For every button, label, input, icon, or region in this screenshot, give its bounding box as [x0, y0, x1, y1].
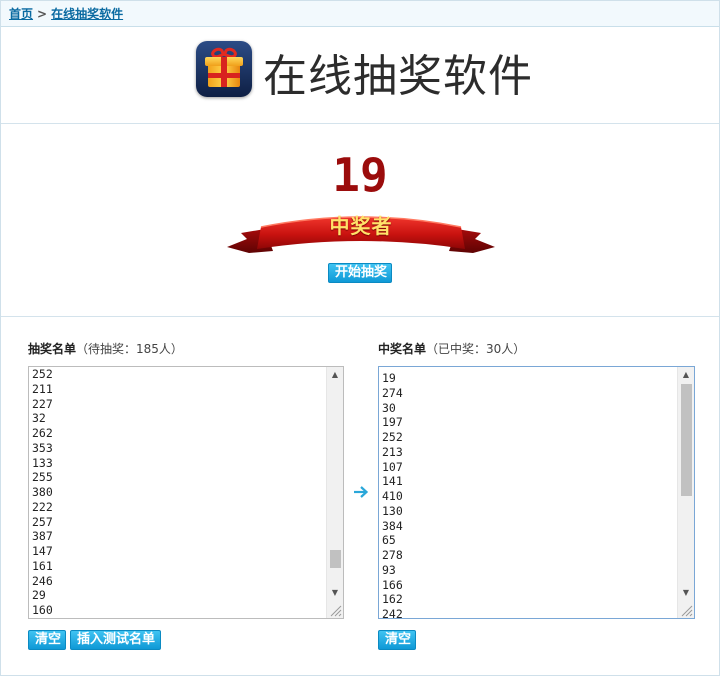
list-item: 141	[382, 474, 403, 489]
list-item: 257	[32, 514, 53, 529]
list-item: 161	[32, 558, 53, 573]
winner-banner-label: 中奖者	[329, 214, 393, 238]
page-title: 在线抽奖软件	[263, 51, 533, 102]
pool-header: 抽奖名单（待抽奖：185人）	[28, 341, 183, 357]
list-item: 252	[32, 367, 53, 381]
breadcrumb-separator: >	[37, 7, 48, 21]
list-item: 410	[382, 489, 403, 503]
list-item: 133	[32, 455, 53, 470]
list-item: 130	[382, 503, 403, 518]
list-item: 197	[382, 415, 403, 430]
scroll-down-icon[interactable]: ▼	[327, 585, 343, 601]
winners-list-textarea[interactable]: 19 274 30 197 252 213 107 141 410 130 384 65 278 93 16…	[378, 366, 695, 619]
list-item: 242	[382, 607, 403, 619]
start-draw-button[interactable]: 开始抽奖	[328, 263, 392, 283]
list-item: 274	[382, 385, 403, 400]
list-item: 227	[32, 396, 53, 411]
insert-test-list-button[interactable]: 插入测试名单	[70, 630, 161, 650]
page-header: 在线抽奖软件	[1, 28, 719, 124]
pool-scroll-thumb[interactable]	[330, 549, 341, 568]
list-item: 162	[382, 592, 403, 607]
list-item: 252	[382, 430, 403, 444]
list-item: 255	[32, 470, 53, 485]
winners-list-content: 19 274 30 197 252 213 107 141 410 130 384 65 278 93 16…	[382, 371, 403, 619]
pool-list-content: 252 211 227 32 262 353 133 255 380 222 257 387 147 16…	[32, 367, 53, 618]
winners-header: 中奖名单（已中奖：30人）	[378, 341, 525, 357]
winner-banner: 中奖者	[227, 209, 495, 257]
list-item: 222	[32, 499, 53, 514]
gift-box-icon	[196, 41, 252, 97]
list-item: 107	[382, 459, 403, 474]
breadcrumb-home-link[interactable]: 首页	[9, 7, 33, 21]
scroll-up-icon[interactable]: ▲	[678, 367, 694, 383]
pool-title: 抽奖名单	[28, 342, 77, 356]
resize-grip-icon[interactable]	[679, 603, 693, 617]
list-item: 32	[32, 411, 46, 426]
breadcrumb-current-link[interactable]: 在线抽奖软件	[51, 7, 123, 21]
draw-stage: 19 中奖者 开始抽奖	[1, 125, 719, 317]
scroll-up-icon[interactable]: ▲	[327, 367, 343, 383]
list-item: 147	[32, 544, 53, 558]
list-item: 93	[382, 562, 396, 577]
breadcrumb: 首页 > 在线抽奖软件	[1, 1, 719, 27]
list-item: 19	[382, 371, 396, 385]
winners-list-scrollbar[interactable]: ▲ ▼	[677, 367, 694, 618]
resize-grip-icon[interactable]	[328, 603, 342, 617]
pool-list-textarea[interactable]: 252 211 227 32 262 353 133 255 380 222 257 387 147 16…	[28, 366, 344, 619]
list-item: 211	[32, 381, 53, 396]
clear-pool-button[interactable]: 清空	[28, 630, 66, 650]
arrow-right-icon	[354, 486, 369, 498]
pool-count-note: （待抽奖：185人）	[76, 342, 183, 356]
winner-number: 19	[332, 148, 388, 202]
list-item: 380	[32, 485, 53, 499]
list-item: 387	[32, 529, 53, 544]
pool-list-scrollbar[interactable]: ▲ ▼	[326, 367, 343, 618]
list-item: 160	[32, 603, 53, 617]
scroll-down-icon[interactable]: ▼	[678, 585, 694, 601]
clear-winners-button[interactable]: 清空	[378, 630, 416, 650]
winners-count-note: （已中奖：30人）	[426, 342, 526, 356]
list-item: 65	[382, 533, 396, 548]
list-item: 246	[32, 573, 53, 588]
list-item: 384	[382, 518, 403, 533]
list-item: 30	[382, 400, 396, 415]
list-item: 262	[32, 426, 53, 440]
list-item: 353	[32, 440, 53, 455]
list-item: 166	[382, 577, 403, 592]
list-item: 29	[32, 588, 46, 603]
list-item: 278	[382, 548, 403, 562]
winners-scroll-thumb[interactable]	[681, 384, 692, 496]
winners-title: 中奖名单	[378, 342, 427, 356]
list-item: 213	[382, 444, 403, 459]
